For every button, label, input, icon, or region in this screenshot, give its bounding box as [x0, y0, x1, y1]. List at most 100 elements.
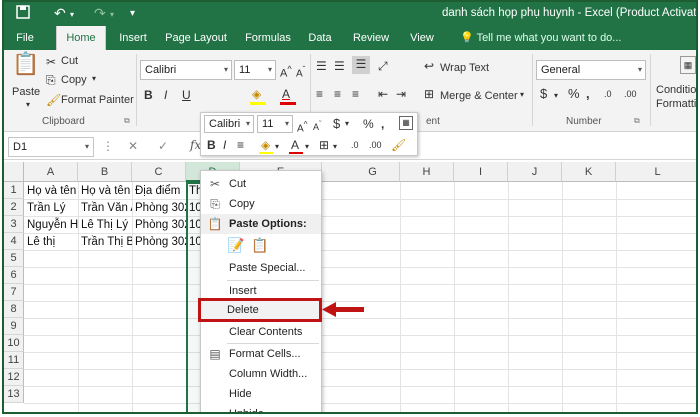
paste-label[interactable]: Paste [12, 86, 40, 98]
menu-item-unhide[interactable]: Unhide [201, 404, 321, 412]
row-header-8[interactable]: 8 [4, 301, 24, 318]
row-header-4[interactable]: 4 [4, 233, 24, 250]
tell-me-box[interactable]: 💡 Tell me what you want to do... [460, 26, 621, 50]
underline-icon[interactable]: U [182, 87, 191, 103]
tab-file[interactable]: File [8, 26, 42, 50]
mini-increase-decimal-icon[interactable]: .0 [351, 137, 359, 153]
align-left-icon[interactable]: ≡ [316, 86, 323, 102]
increase-decimal-icon[interactable]: .0 [604, 86, 612, 102]
customize-qat-icon[interactable]: ▾ [130, 8, 135, 19]
cell-a3[interactable]: Nguyễn H [25, 217, 78, 234]
row-header-10[interactable]: 10 [4, 335, 24, 352]
column-header-k[interactable]: K [562, 162, 616, 182]
format-painter-icon[interactable]: 🖌 [46, 92, 61, 108]
mini-borders-icon[interactable]: ⊞ [319, 137, 329, 153]
tab-data[interactable]: Data [302, 26, 338, 50]
tab-page-layout[interactable]: Page Layout [160, 26, 232, 50]
enter-icon[interactable]: ✓ [158, 139, 168, 153]
cell-b2[interactable]: Trần Văn A [79, 200, 132, 217]
undo-icon[interactable]: ↶ [54, 5, 66, 22]
tab-view[interactable]: View [402, 26, 442, 50]
mini-fill-color-icon[interactable]: ◈ [261, 137, 270, 153]
row-header-2[interactable]: 2 [4, 199, 24, 216]
merge-center-icon[interactable]: ⊞ [424, 86, 434, 102]
font-size-box[interactable]: 11 ▾ [234, 60, 276, 80]
menu-item-cut[interactable]: ✂ Cut [201, 174, 321, 194]
save-icon[interactable] [16, 5, 30, 22]
undo-dropdown-icon[interactable]: ▾ [70, 10, 74, 19]
cell-d3[interactable]: 10 [187, 217, 200, 234]
mini-font-size-box[interactable]: 11 ▾ [257, 115, 293, 133]
paste-icon[interactable]: 📋 [12, 53, 39, 86]
mini-comma-style-icon[interactable]: , [381, 116, 384, 132]
wrap-text-icon[interactable]: ↩ [424, 58, 434, 74]
menu-item-column-width[interactable]: Column Width... [201, 364, 321, 384]
row-header-5[interactable]: 5 [4, 250, 24, 267]
conditional-formatting-label-2[interactable]: Formatting [656, 98, 696, 110]
number-format-box[interactable]: General ▾ [536, 60, 646, 80]
row-header-9[interactable]: 9 [4, 318, 24, 335]
mini-decrease-decimal-icon[interactable]: .00 [369, 137, 382, 153]
shrink-font-icon[interactable]: Aˇ [313, 116, 322, 135]
row-header-7[interactable]: 7 [4, 284, 24, 301]
grow-font-icon[interactable]: A^ [297, 116, 308, 137]
copy-button[interactable]: Copy [61, 74, 87, 86]
decrease-indent-icon[interactable]: ⇤ [378, 86, 388, 102]
tab-home[interactable]: Home [56, 26, 106, 50]
grow-font-icon[interactable]: A^ [280, 61, 292, 82]
align-center-icon[interactable]: ≡ [334, 86, 341, 102]
row-header-6[interactable]: 6 [4, 267, 24, 284]
column-header-h[interactable]: H [400, 162, 454, 182]
column-header-j[interactable]: J [508, 162, 562, 182]
tab-insert[interactable]: Insert [112, 26, 154, 50]
number-launcher-icon[interactable]: ⧉ [634, 116, 640, 126]
currency-dropdown-icon[interactable]: ▾ [554, 88, 558, 104]
mini-italic-icon[interactable]: I [223, 137, 226, 153]
mini-font-name-box[interactable]: Calibri ▾ [204, 115, 254, 133]
fill-color-icon[interactable]: ◈ [252, 86, 261, 102]
cut-button[interactable]: Cut [61, 55, 78, 67]
mini-bold-icon[interactable]: B [207, 137, 216, 153]
redo-icon[interactable]: ↷ [94, 5, 106, 22]
mini-font-color-icon[interactable]: A [291, 137, 299, 153]
row-header-1[interactable]: 1 [4, 182, 24, 199]
menu-item-clear-contents[interactable]: Clear Contents [201, 322, 321, 342]
paste-dropdown-icon[interactable]: ▾ [26, 100, 30, 109]
mini-format-icon[interactable]: ▦ [399, 116, 413, 130]
cell-c1[interactable]: Địa điểm [133, 183, 186, 200]
percent-icon[interactable]: % [568, 86, 580, 102]
cell-a2[interactable]: Trần Lý [25, 200, 78, 217]
italic-icon[interactable]: I [164, 87, 167, 103]
row-header-12[interactable]: 12 [4, 369, 24, 386]
chevron-down-icon[interactable]: ▾ [305, 139, 309, 155]
conditional-formatting-label-1[interactable]: Condition [656, 84, 696, 96]
select-all-corner[interactable] [4, 162, 24, 182]
middle-align-icon[interactable]: ☰ [334, 58, 345, 74]
shrink-font-icon[interactable]: Aˇ [296, 61, 305, 82]
cell-b3[interactable]: Lê Thị Lý [79, 217, 132, 234]
row-header-11[interactable]: 11 [4, 352, 24, 369]
paste-values-icon[interactable]: 📋 [251, 237, 269, 255]
copy-dropdown-icon[interactable]: ▾ [92, 74, 96, 83]
cell-d2[interactable]: 10 [187, 200, 200, 217]
cell-c2[interactable]: Phòng 302 [133, 200, 186, 217]
increase-indent-icon[interactable]: ⇥ [396, 86, 406, 102]
merge-dropdown-icon[interactable]: ▾ [520, 90, 524, 99]
bold-icon[interactable]: B [144, 87, 153, 103]
font-name-box[interactable]: Calibri ▾ [140, 60, 232, 80]
menu-item-paste-special[interactable]: Paste Special... [201, 258, 321, 278]
bottom-align-icon[interactable]: ☰ [352, 56, 370, 74]
mini-align-icon[interactable]: ≡ [237, 137, 244, 153]
cell-a1[interactable]: Họ và tên [25, 183, 78, 200]
tab-review[interactable]: Review [348, 26, 394, 50]
mini-currency-icon[interactable]: $ [333, 116, 340, 132]
cell-c4[interactable]: Phòng 302 [133, 234, 186, 251]
align-right-icon[interactable]: ≡ [352, 86, 359, 102]
menu-item-hide[interactable]: Hide [201, 384, 321, 404]
redo-dropdown-icon[interactable]: ▾ [110, 10, 114, 19]
column-header-c[interactable]: C [132, 162, 186, 182]
cancel-icon[interactable]: ✕ [128, 139, 138, 153]
font-color-icon[interactable]: A [282, 86, 290, 102]
mini-format-painter-icon[interactable]: 🖌 [391, 137, 406, 153]
conditional-formatting-icon[interactable]: ▦ [680, 56, 696, 74]
